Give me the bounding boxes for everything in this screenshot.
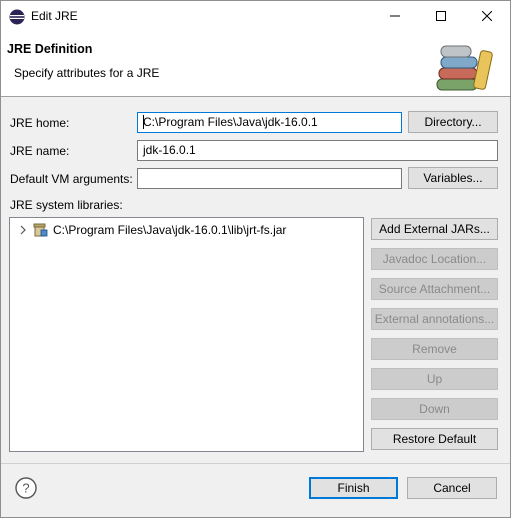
add-external-jars-button[interactable]: Add External JARs... xyxy=(371,218,498,240)
finish-button[interactable]: Finish xyxy=(309,477,398,499)
library-books-icon xyxy=(436,45,493,91)
libraries-label: JRE system libraries: xyxy=(10,198,123,212)
vm-args-label: Default VM arguments: xyxy=(10,172,133,186)
up-button[interactable]: Up xyxy=(371,368,498,390)
maximize-button[interactable] xyxy=(418,1,464,31)
footer-separator xyxy=(1,463,510,464)
jre-home-value: C:\Program Files\Java\jdk-16.0.1 xyxy=(143,115,318,129)
title-bar[interactable]: Edit JRE xyxy=(1,1,510,31)
jre-name-label: JRE name: xyxy=(10,144,70,158)
javadoc-location-button[interactable]: Javadoc Location... xyxy=(371,248,498,270)
tree-item-label: C:\Program Files\Java\jdk-16.0.1\lib\jrt… xyxy=(53,223,287,237)
variables-button[interactable]: Variables... xyxy=(408,167,498,189)
banner-title: JRE Definition xyxy=(7,42,93,56)
eclipse-icon xyxy=(9,9,25,25)
edit-jre-dialog: Edit JRE JRE Definition Specify attribut… xyxy=(0,0,511,518)
libraries-tree[interactable]: C:\Program Files\Java\jdk-16.0.1\lib\jrt… xyxy=(9,217,364,452)
help-icon[interactable]: ? xyxy=(15,477,37,499)
banner-subtitle: Specify attributes for a JRE xyxy=(14,66,160,80)
jre-home-input[interactable]: C:\Program Files\Java\jdk-16.0.1 xyxy=(137,112,402,133)
chevron-right-icon[interactable] xyxy=(18,225,28,235)
maximize-icon xyxy=(436,11,446,21)
remove-button[interactable]: Remove xyxy=(371,338,498,360)
external-annotations-button[interactable]: External annotations... xyxy=(371,308,498,330)
minimize-icon xyxy=(390,15,400,17)
cancel-button[interactable]: Cancel xyxy=(407,477,497,499)
window-title: Edit JRE xyxy=(31,9,78,23)
close-icon xyxy=(482,11,492,21)
jre-name-input[interactable]: jdk-16.0.1 xyxy=(137,140,498,161)
jar-icon xyxy=(33,223,48,237)
tree-item-jrt-fs[interactable]: C:\Program Files\Java\jdk-16.0.1\lib\jrt… xyxy=(18,222,286,238)
directory-button[interactable]: Directory... xyxy=(408,111,498,133)
close-button[interactable] xyxy=(464,1,510,31)
vm-args-input[interactable] xyxy=(137,168,402,189)
down-button[interactable]: Down xyxy=(371,398,498,420)
minimize-button[interactable] xyxy=(372,1,418,31)
source-attachment-button[interactable]: Source Attachment... xyxy=(371,278,498,300)
header-banner: JRE Definition Specify attributes for a … xyxy=(1,31,510,97)
help-glyph: ? xyxy=(22,481,29,496)
restore-default-button[interactable]: Restore Default xyxy=(371,428,498,450)
jre-home-label: JRE home: xyxy=(10,116,70,130)
